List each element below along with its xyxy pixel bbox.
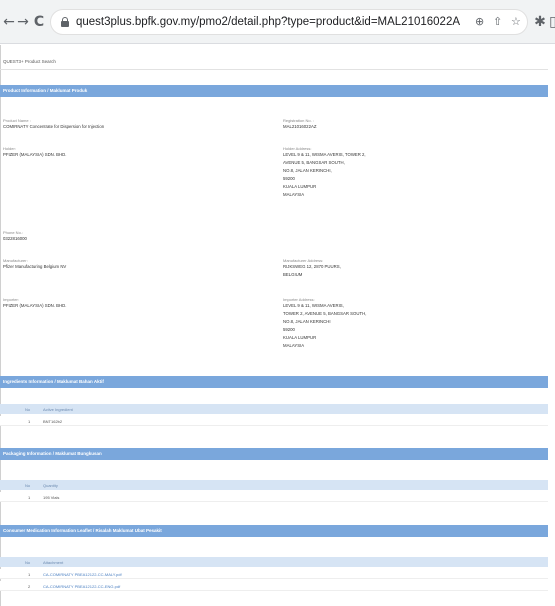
section-title: Packaging Information / Maklumat Bungkus… — [3, 451, 102, 456]
table-header-row: No Attachment — [0, 557, 548, 567]
active-ingredient-cell: BNT162b2 — [43, 419, 63, 424]
importer-address-line: MALAYSIA — [283, 343, 305, 348]
section-title: Consumer Medication Information Leaflet … — [3, 528, 162, 533]
back-arrow-icon[interactable]: ← — [2, 14, 16, 30]
importer-address-line: TOWER 2, AVENUE 5, BANGSAR SOUTH, — [283, 311, 367, 316]
attachment-link[interactable]: CA-COMIRNATY PBEA12122-CC-ENG.pdf — [43, 584, 120, 589]
section-packaging-header: Packaging Information / Maklumat Bungkus… — [0, 448, 548, 460]
section-title: Ingredients Information / Maklumat Bahan… — [3, 379, 104, 384]
extensions-puzzle-icon[interactable]: ✱ — [533, 14, 547, 30]
section-product-information-header: Product Information / Maklumat Produk — [0, 85, 548, 97]
url-text[interactable]: quest3plus.bpfk.gov.my/pmo2/detail.php?t… — [76, 16, 460, 28]
holder-address-line: AVENUE 5, BANGSAR SOUTH, — [283, 160, 345, 165]
importer-address-line: LEVEL 9 & 11, WISMA AVERIS, — [283, 303, 344, 308]
table-header-row: No Active Ingredient — [0, 404, 548, 414]
quantity-cell: 195 Vials — [43, 495, 60, 500]
section-consumer-leaflet-header: Consumer Medication Information Leaflet … — [0, 525, 548, 537]
table-row: 1 CA-COMIRNATY PBEA12122-CC-MALY.pdf — [0, 569, 548, 579]
forward-arrow-icon[interactable]: → — [16, 14, 30, 30]
importer-address-line: 59200 — [283, 327, 295, 332]
manufacturer-value: Pfizer Manufacturing Belgium NV — [3, 264, 67, 269]
registration-value: MAL21016022AZ — [283, 124, 317, 129]
row-number: 1 — [28, 572, 31, 577]
address-bar[interactable]: quest3plus.bpfk.gov.my/pmo2/detail.php?t… — [50, 9, 528, 35]
product-detail-page: QUEST3+ Product Search Product Informati… — [0, 45, 548, 606]
importer-address-line: KUALA LUMPUR — [283, 335, 317, 340]
share-icon[interactable]: ⇧ — [493, 15, 502, 28]
manufacturer-address-line: RIJKSWEG 12, 2870 PUURS, — [283, 264, 341, 269]
table-row: 1 BNT162b2 — [0, 416, 548, 426]
importer-address-line: NO.8, JALAN KERINCHI — [283, 319, 331, 324]
column-header-no: No — [25, 407, 31, 412]
lock-icon — [61, 17, 69, 27]
breadcrumb[interactable]: QUEST3+ Product Search — [3, 59, 56, 64]
table-row: 2 CA-COMIRNATY PBEA12122-CC-ENG.pdf — [0, 581, 548, 591]
column-header-active-ingredient: Active Ingredient — [43, 407, 73, 412]
section-title: Product Information / Maklumat Produk — [3, 88, 88, 93]
browser-toolbar: ← → C quest3plus.bpfk.gov.my/pmo2/detail… — [0, 0, 555, 44]
column-header-no: No — [25, 483, 31, 488]
column-header-attachment: Attachment — [43, 560, 64, 565]
table-header-row: No Quantity — [0, 480, 548, 490]
holder-address-line: 59200 — [283, 176, 295, 181]
phone-value: 0322816000 — [3, 236, 27, 241]
row-number: 1 — [28, 495, 31, 500]
bookmark-star-icon[interactable]: ☆ — [511, 15, 521, 28]
manufacturer-address-line: BELGIUM — [283, 272, 303, 277]
holder-value: PFIZER (MALAYSIA) SDN. BHD. — [3, 152, 67, 157]
reload-icon[interactable]: C — [32, 14, 46, 30]
divider — [0, 69, 548, 70]
side-panel-icon[interactable]: ▯ — [546, 14, 555, 30]
row-number: 1 — [28, 419, 31, 424]
column-header-quantity: Quantity — [43, 483, 58, 488]
importer-value: PFIZER (MALAYSIA) SDN. BHD. — [3, 303, 67, 308]
section-ingredients-header: Ingredients Information / Maklumat Bahan… — [0, 376, 548, 388]
row-number: 2 — [28, 584, 31, 589]
column-header-no: No — [25, 560, 31, 565]
holder-address-line: LEVEL 9 & 11, WISMA AVERIS, TOWER 2, — [283, 152, 366, 157]
holder-address-line: MALAYSIA — [283, 192, 305, 197]
product-name-value: COMIRNATY Concentrate for Dispersion for… — [3, 124, 105, 129]
attachment-link[interactable]: CA-COMIRNATY PBEA12122-CC-MALY.pdf — [43, 572, 122, 577]
zoom-icon[interactable]: ⊕ — [475, 15, 484, 28]
holder-address-line: NO.8, JALAN KERINCHI, — [283, 168, 332, 173]
table-row: 1 195 Vials — [0, 492, 548, 502]
holder-address-line: KUALA LUMPUR — [283, 184, 317, 189]
